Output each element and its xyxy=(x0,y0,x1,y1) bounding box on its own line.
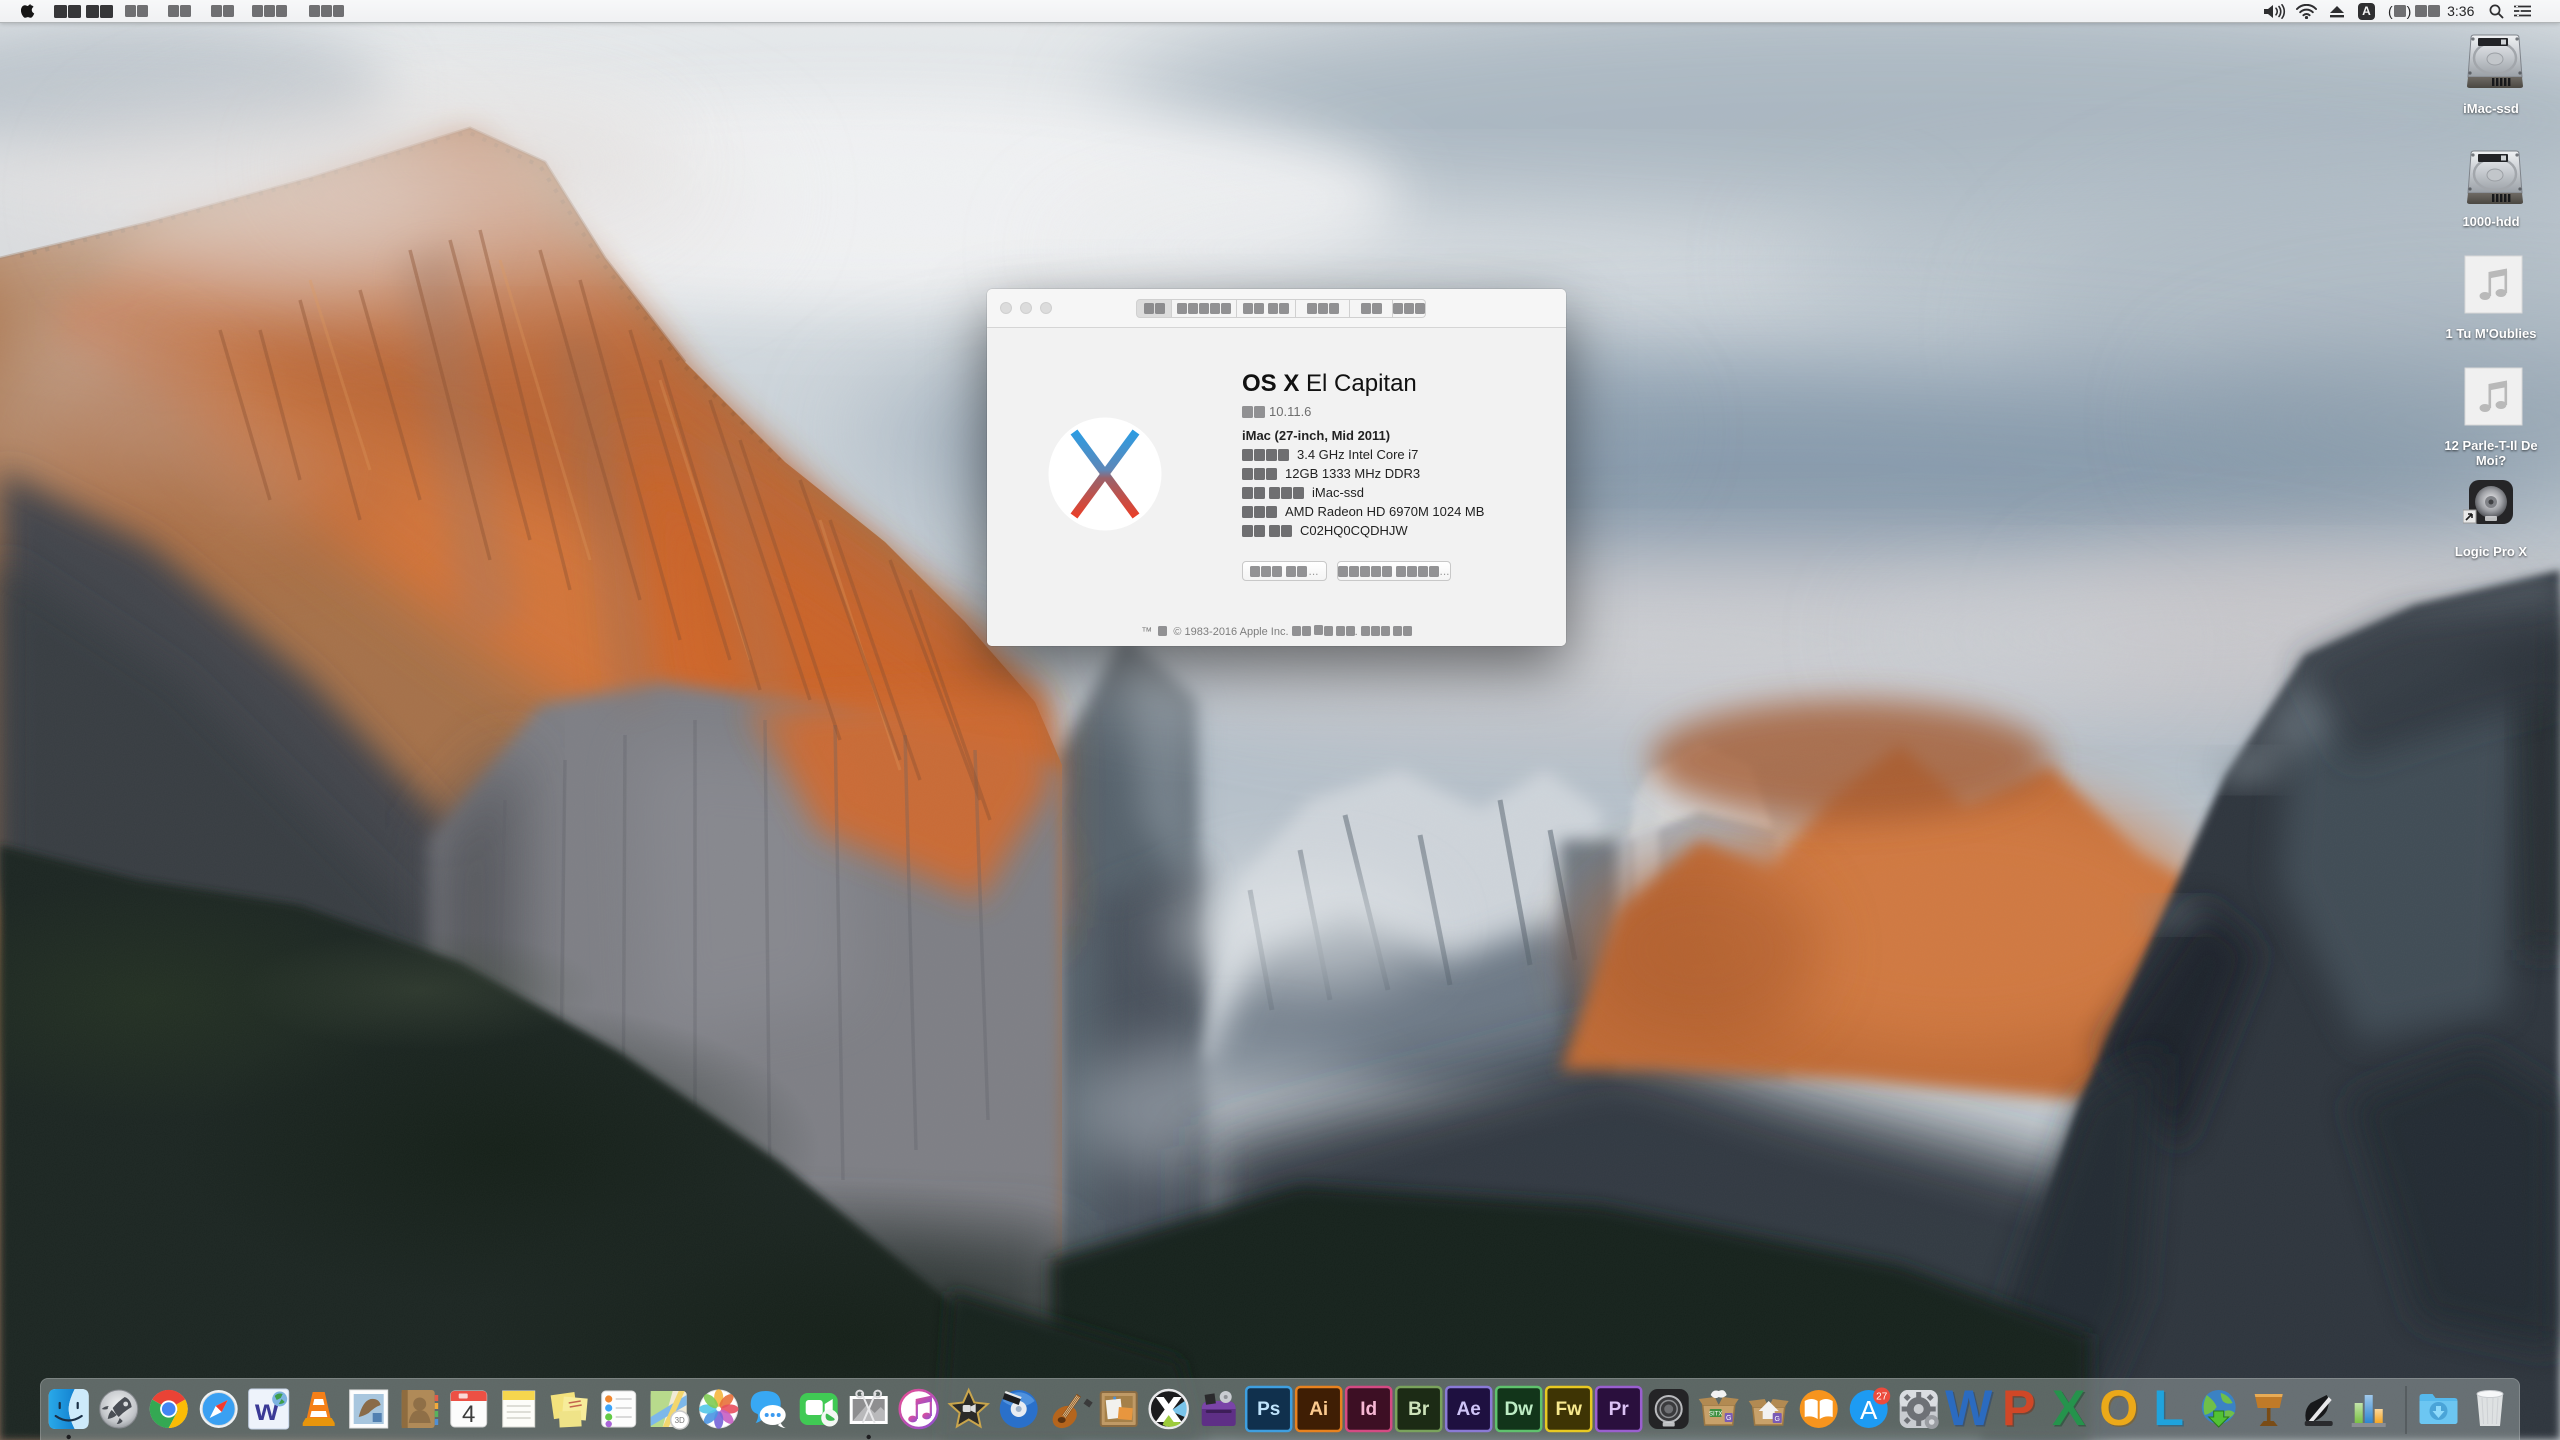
svg-text:P: P xyxy=(2002,1380,2035,1436)
svg-text:3D: 3D xyxy=(675,1416,685,1425)
svg-text:W: W xyxy=(1945,1380,1993,1436)
svg-text:Br: Br xyxy=(1408,1399,1430,1420)
svg-text:SITX: SITX xyxy=(1709,1412,1722,1418)
svg-text:X: X xyxy=(2052,1380,2085,1436)
svg-text:4: 4 xyxy=(462,1401,475,1428)
svg-text:L: L xyxy=(2153,1380,2184,1436)
svg-text:Ps: Ps xyxy=(1257,1399,1280,1420)
svg-text:Fw: Fw xyxy=(1556,1399,1583,1420)
svg-text:G: G xyxy=(1774,1416,1779,1423)
svg-text:Id: Id xyxy=(1360,1399,1377,1420)
svg-text:G: G xyxy=(1726,1415,1731,1422)
svg-text:27: 27 xyxy=(1876,1392,1888,1403)
svg-text:Dw: Dw xyxy=(1504,1399,1533,1420)
svg-text:Ae: Ae xyxy=(1457,1399,1481,1420)
svg-text:Pr: Pr xyxy=(1609,1399,1630,1420)
svg-text:Ai: Ai xyxy=(1309,1399,1328,1420)
svg-text:O: O xyxy=(2099,1380,2138,1436)
